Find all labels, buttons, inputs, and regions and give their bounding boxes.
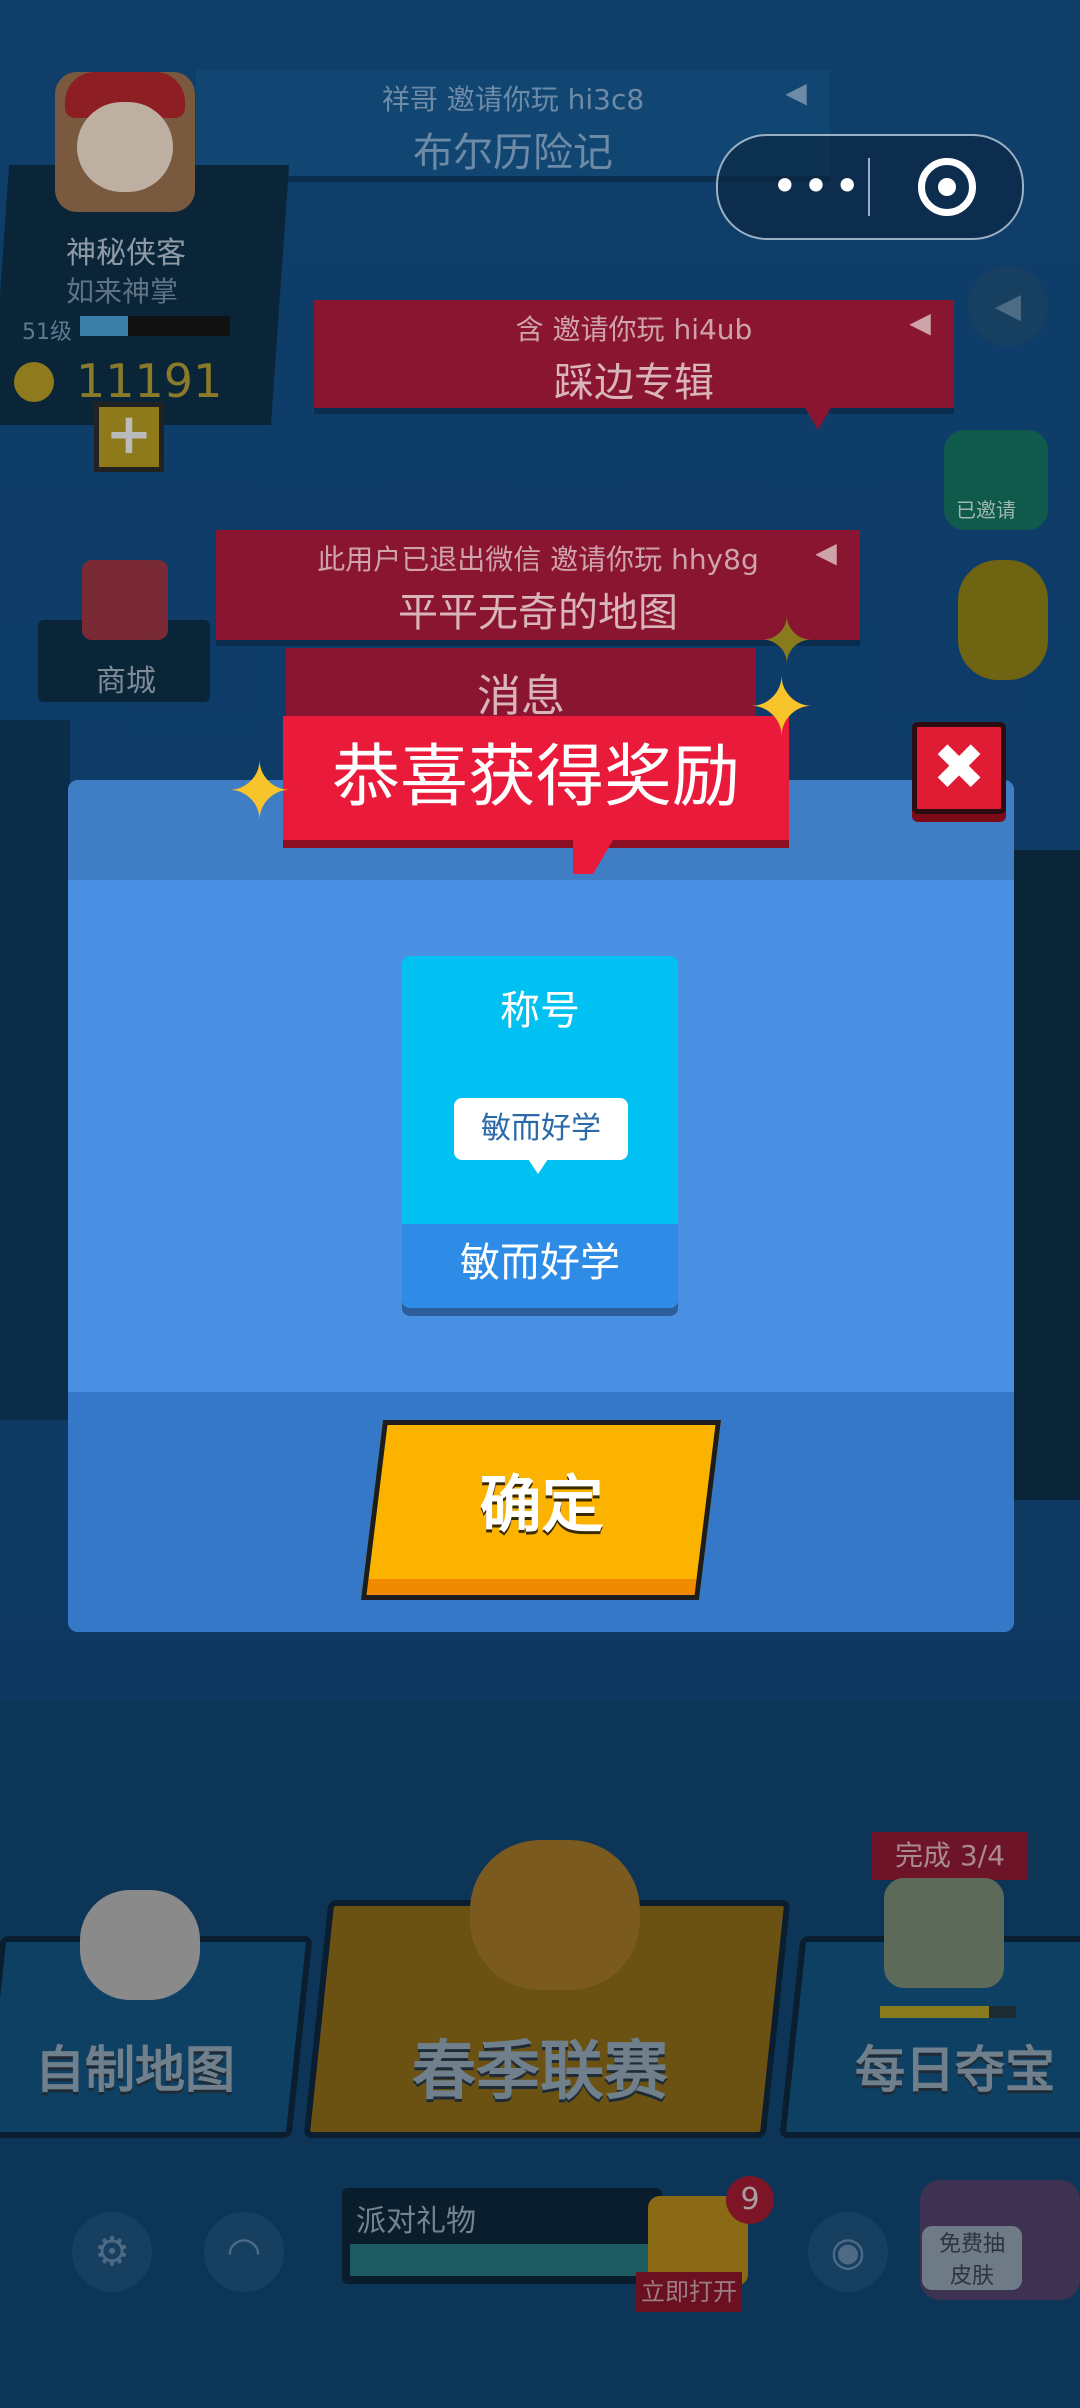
league-mascot-icon xyxy=(470,1840,640,1990)
spring-league-label: 春季联赛 xyxy=(412,2035,668,2109)
invite-bubble[interactable]: 含 邀请你玩 hi4ub 踩边专辑 ◀ xyxy=(314,300,954,430)
chat-icon[interactable]: ◉ xyxy=(808,2212,888,2292)
invite-line1: 含 邀请你玩 hi4ub xyxy=(515,313,753,346)
dialog-title: 恭喜获得奖励 xyxy=(331,738,740,817)
shop-label: 商城 xyxy=(96,664,156,699)
dialog-title-banner: 恭喜获得奖励 xyxy=(283,716,789,874)
party-gift-label: 派对礼物 xyxy=(356,2204,476,2239)
custom-map-label: 自制地图 xyxy=(35,2041,235,2099)
coin-icon xyxy=(14,362,54,402)
avatar-face xyxy=(77,102,173,192)
sparkle-icon: ✦ xyxy=(760,605,814,679)
close-icon: ✖ xyxy=(932,731,986,805)
level-progress-fill xyxy=(80,316,128,336)
speaker-icon: ◀ xyxy=(815,536,837,569)
tag-tail xyxy=(526,1156,550,1174)
party-gift-progress xyxy=(350,2244,650,2276)
capsule-divider xyxy=(868,158,870,216)
invite-line1: 祥哥 邀请你玩 hi3c8 xyxy=(381,83,645,116)
reward-card: 称号 敏而好学 敏而好学 xyxy=(402,956,678,1308)
headset-icon[interactable]: ◠ xyxy=(204,2212,284,2292)
profile-name: 神秘侠客 xyxy=(66,236,186,271)
coin-count: 11191 xyxy=(76,354,223,408)
invite-line1: 此用户已退出微信 邀请你玩 hhy8g xyxy=(317,543,759,576)
gift-count-badge: 9 xyxy=(726,2176,774,2224)
more-icon[interactable]: ••• xyxy=(768,158,868,214)
speaker-icon: ◀ xyxy=(909,306,931,339)
mini-program-capsule: ••• xyxy=(716,134,1024,240)
sparkle-icon: ✦ xyxy=(226,745,294,838)
invited-badge-icon[interactable]: 已邀请 xyxy=(944,430,1048,530)
invited-badge-label: 已邀请 xyxy=(956,498,1016,522)
confirm-button[interactable]: 确定 xyxy=(360,1420,722,1600)
add-coin-button[interactable]: + xyxy=(94,402,164,472)
level-progress-bar xyxy=(80,316,230,336)
character-icon[interactable] xyxy=(958,560,1048,680)
treasure-chest-icon xyxy=(884,1878,1004,1988)
broadcast-icon[interactable]: ◀ xyxy=(968,266,1048,346)
avatar[interactable] xyxy=(55,72,195,212)
treasure-progress-badge: 完成 3/4 xyxy=(872,1832,1028,1880)
reward-type-label: 称号 xyxy=(500,988,580,1034)
custom-map-icon xyxy=(80,1890,200,2000)
invite-line2: 踩边专辑 xyxy=(554,360,714,406)
capsule-close-icon[interactable] xyxy=(918,158,976,216)
profile-subtitle: 如来神掌 xyxy=(66,275,179,308)
free-skin-label: 免费抽 皮肤 xyxy=(922,2226,1022,2290)
open-now-button[interactable]: 立即打开 xyxy=(636,2272,742,2312)
settings-icon[interactable]: ⚙ xyxy=(72,2212,152,2292)
shop-icon xyxy=(82,560,168,640)
banner-tail xyxy=(573,840,613,874)
reward-name: 敏而好学 xyxy=(402,1224,678,1308)
title-tag-preview: 敏而好学 xyxy=(454,1098,628,1160)
left-panel xyxy=(0,720,70,1420)
confirm-label: 确定 xyxy=(479,1468,604,1541)
treasure-progress-bar xyxy=(880,2006,1016,2018)
level-label: 51级 xyxy=(22,320,72,345)
speaker-icon: ◀ xyxy=(785,76,807,109)
daily-treasure-label: 每日夺宝 xyxy=(855,2041,1055,2099)
close-button[interactable]: ✖ xyxy=(912,722,1006,814)
bubble-tail xyxy=(804,406,832,430)
